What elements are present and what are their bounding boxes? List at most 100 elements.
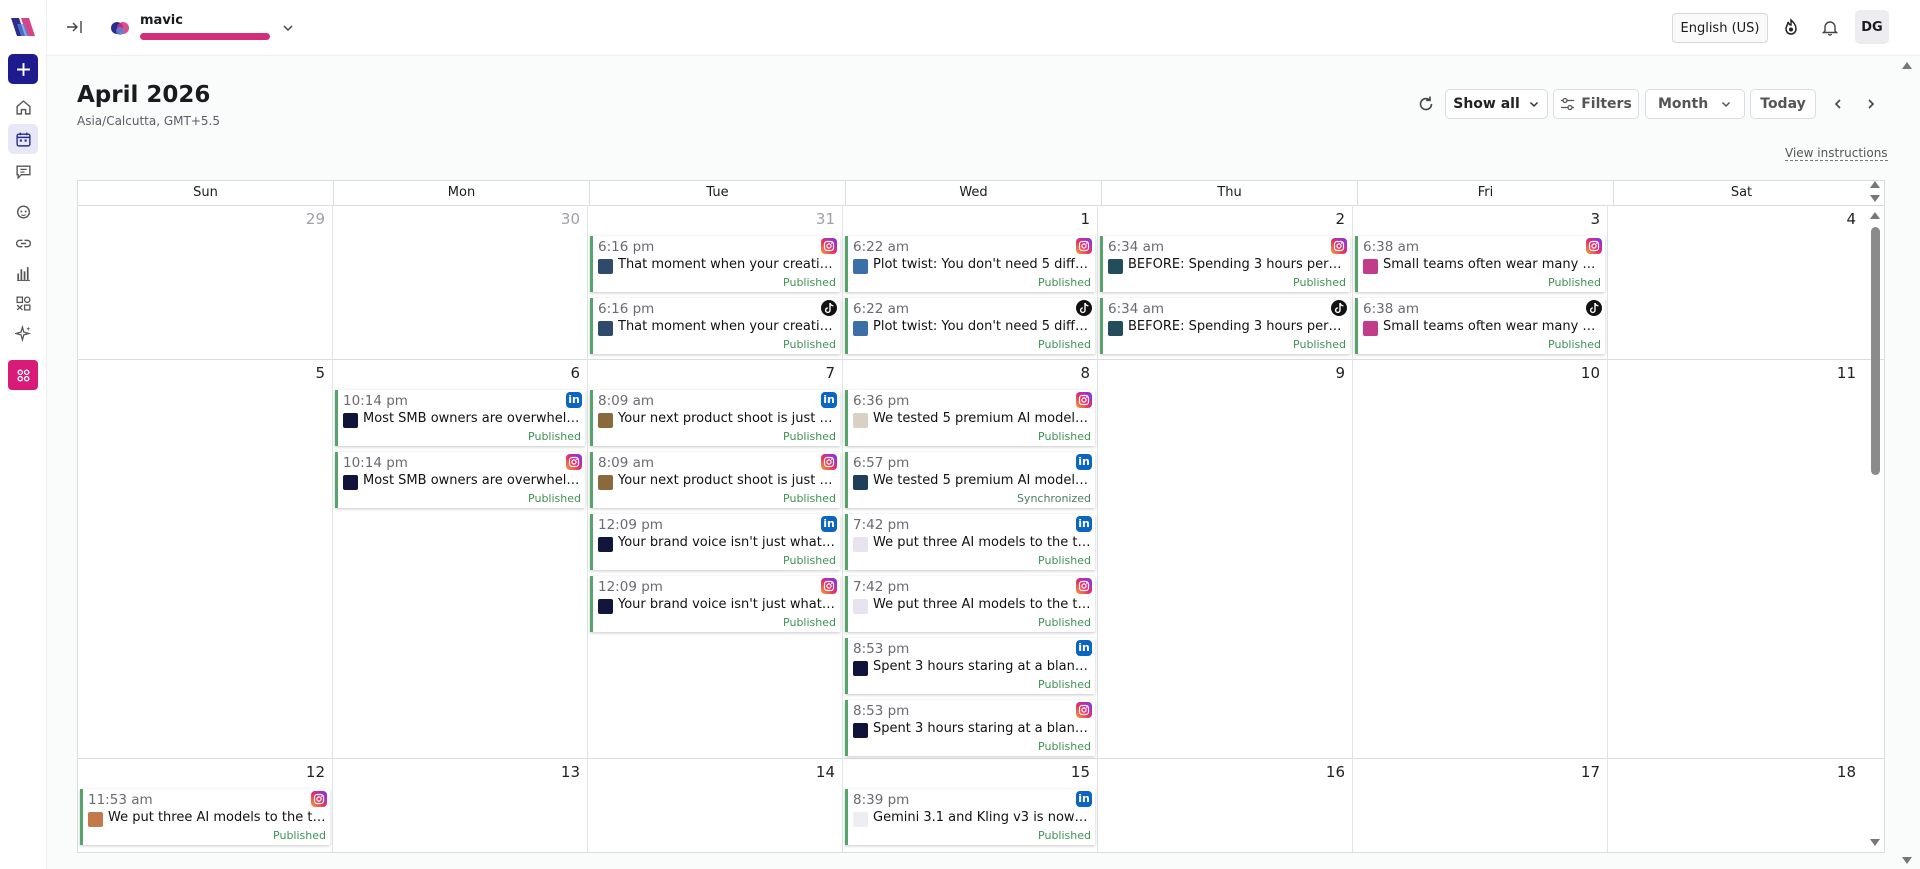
view-instructions-link[interactable]: View instructions	[1785, 146, 1888, 161]
calendar-day-cell[interactable]: 15 8:39 pm in Gemini 3.1 and Kling v3 is no…	[843, 758, 1098, 852]
scheduled-post-card[interactable]: 7:42 pm in We put three AI models to the t…	[845, 514, 1095, 570]
calendar-day-cell[interactable]: 14	[588, 758, 843, 852]
collapse-sidebar-button[interactable]	[64, 16, 86, 38]
day-number: 7	[825, 364, 835, 382]
scheduled-post-card[interactable]: 8:53 pm in Spent 3 hours staring at a blan…	[845, 638, 1095, 694]
apps-button[interactable]	[8, 360, 38, 390]
calendar-day-cell[interactable]: 30	[333, 205, 588, 359]
calendar-body-scroll-down-arrow[interactable]	[1870, 839, 1880, 846]
day-number: 2	[1335, 210, 1345, 228]
scheduled-post-card[interactable]: 8:53 pm Spent 3 hours staring at a blank …	[845, 700, 1095, 756]
app-logo[interactable]	[8, 14, 38, 40]
post-status: Published	[528, 492, 581, 505]
calendar-day-cell[interactable]: 6 10:14 pm in Most SMB owners are overwhelm…	[333, 359, 588, 758]
page-title: April 2026	[77, 82, 211, 108]
scheduled-post-card[interactable]: 8:09 am in Your next product shoot is just…	[590, 390, 840, 446]
sidebar-item-calendar[interactable]	[8, 124, 38, 154]
view-mode-label: Month	[1658, 96, 1709, 112]
today-button[interactable]: Today	[1750, 89, 1816, 119]
workspace-selector[interactable]: mavic	[110, 13, 293, 40]
scheduled-post-card[interactable]: 6:16 pm That moment when your creative te…	[590, 298, 840, 354]
scheduled-post-card[interactable]: 8:39 pm in Gemini 3.1 and Kling v3 is now …	[845, 789, 1095, 845]
calendar-day-cell[interactable]: 2 6:34 am BEFORE: Spending 3 hours perfect…	[1098, 205, 1353, 359]
refresh-icon[interactable]	[1416, 94, 1436, 114]
sidebar-item-analytics[interactable]	[8, 258, 38, 288]
calendar-day-cell[interactable]: 7 8:09 am in Your next product shoot is jus…	[588, 359, 843, 758]
scheduled-post-card[interactable]: 10:14 pm in Most SMB owners are overwhelme…	[335, 390, 585, 446]
streak-icon[interactable]	[1780, 16, 1802, 38]
scheduled-post-card[interactable]: 6:38 am Small teams often wear many hats……	[1355, 236, 1605, 292]
calendar-day-cell[interactable]: 8 6:36 pm We tested 5 premium AI models so…	[843, 359, 1098, 758]
sidebar-item-integrations[interactable]	[8, 288, 38, 318]
calendar-scroll-up-arrow[interactable]	[1870, 181, 1880, 188]
calendar-day-cell[interactable]: 29	[78, 205, 333, 359]
calendar-body-scroll-up-arrow[interactable]	[1870, 212, 1880, 219]
notifications-bell-icon[interactable]	[1819, 16, 1841, 38]
calendar-day-cell[interactable]: 4	[1608, 205, 1863, 359]
post-time: 12:09 pm	[598, 517, 663, 533]
scheduled-post-card[interactable]: 6:38 am Small teams often wear many hats……	[1355, 298, 1605, 354]
scheduled-post-card[interactable]: 12:09 pm in Your brand voice isn't just wh…	[590, 514, 840, 570]
calendar-day-cell[interactable]: 5	[78, 359, 333, 758]
scheduled-post-card[interactable]: 6:16 pm That moment when your creative te…	[590, 236, 840, 292]
tiktok-icon	[1586, 300, 1602, 316]
page-scroll-down-arrow[interactable]	[1902, 857, 1912, 864]
calendar-day-cell[interactable]: 1 6:22 am Plot twist: You don't need 5 dif…	[843, 205, 1098, 359]
calendar-day-cell[interactable]: 12 11:53 am We put three AI models to the …	[78, 758, 333, 852]
sidebar-item-agent[interactable]	[8, 196, 38, 226]
view-mode-dropdown[interactable]: Month	[1645, 89, 1745, 119]
sidebar-item-messages[interactable]	[8, 156, 38, 186]
calendar-day-cell[interactable]: 17	[1353, 758, 1608, 852]
calendar-day-cell[interactable]: 13	[333, 758, 588, 852]
post-status: Published	[783, 492, 836, 505]
chat-icon	[15, 164, 31, 180]
page-scroll-up-arrow[interactable]	[1902, 62, 1912, 69]
next-month-button[interactable]	[1861, 94, 1881, 114]
post-caption: Most SMB owners are overwhelmed by…	[363, 411, 581, 426]
calendar-day-cell[interactable]: 9	[1098, 359, 1353, 758]
calendar-day-cell[interactable]: 11	[1608, 359, 1863, 758]
post-thumbnail	[853, 321, 868, 336]
scheduled-post-card[interactable]: 7:42 pm We put three AI models to the tes…	[845, 576, 1095, 632]
filters-button[interactable]: Filters	[1553, 89, 1639, 119]
show-all-dropdown[interactable]: Show all	[1445, 89, 1548, 119]
calendar-day-cell[interactable]: 10	[1353, 359, 1608, 758]
scheduled-post-card[interactable]: 6:34 am BEFORE: Spending 3 hours perfecti…	[1100, 298, 1350, 354]
post-status: Published	[783, 430, 836, 443]
scheduled-post-card[interactable]: 12:09 pm Your brand voice isn't just what…	[590, 576, 840, 632]
post-caption: That moment when your creative team says…	[618, 257, 836, 272]
scheduled-post-card[interactable]: 8:09 am Your next product shoot is just o…	[590, 452, 840, 508]
post-status: Synchronized	[1016, 492, 1091, 505]
user-avatar[interactable]: DG	[1855, 10, 1889, 44]
scheduled-post-card[interactable]: 6:34 am BEFORE: Spending 3 hours perfecti…	[1100, 236, 1350, 292]
day-number: 6	[570, 364, 580, 382]
day-number: 10	[1580, 364, 1600, 382]
scheduled-post-card[interactable]: 6:22 am Plot twist: You don't need 5 diff…	[845, 298, 1095, 354]
post-caption: Small teams often wear many hats…	[1383, 319, 1601, 334]
calendar-scroll-down-arrow[interactable]	[1870, 195, 1880, 202]
sidebar-item-ai[interactable]	[8, 318, 38, 348]
scheduled-post-card[interactable]: 6:57 pm in We tested 5 premium AI models s…	[845, 452, 1095, 508]
scheduled-post-card[interactable]: 10:14 pm Most SMB owners are overwhelmed …	[335, 452, 585, 508]
calendar-day-cell[interactable]: 31 6:16 pm That moment when your creative …	[588, 205, 843, 359]
post-caption: Most SMB owners are overwhelmed by…	[363, 473, 581, 488]
language-selector[interactable]: English (US)	[1672, 13, 1768, 43]
previous-month-button[interactable]	[1828, 94, 1848, 114]
calendar-day-cell[interactable]: 16	[1098, 758, 1353, 852]
sparkle-icon	[14, 324, 31, 342]
timezone-label: Asia/Calcutta, GMT+5.5	[77, 114, 220, 128]
plus-icon	[16, 62, 30, 76]
post-thumbnail	[853, 723, 868, 738]
scheduled-post-card[interactable]: 6:36 pm We tested 5 premium AI models so …	[845, 390, 1095, 446]
calendar-day-cell[interactable]: 3 6:38 am Small teams often wear many hats…	[1353, 205, 1608, 359]
chevron-left-icon	[1834, 99, 1841, 109]
calendar-day-cell[interactable]: 18	[1608, 758, 1863, 852]
scheduled-post-card[interactable]: 6:22 am Plot twist: You don't need 5 diff…	[845, 236, 1095, 292]
post-time: 8:53 pm	[853, 641, 910, 657]
create-post-button[interactable]	[8, 54, 38, 84]
sidebar-item-links[interactable]	[8, 228, 38, 258]
calendar-scrollbar-thumb[interactable]	[1871, 227, 1880, 475]
sidebar-item-home[interactable]	[8, 92, 38, 122]
chevron-down-icon	[1529, 101, 1538, 108]
scheduled-post-card[interactable]: 11:53 am We put three AI models to the te…	[80, 789, 330, 845]
